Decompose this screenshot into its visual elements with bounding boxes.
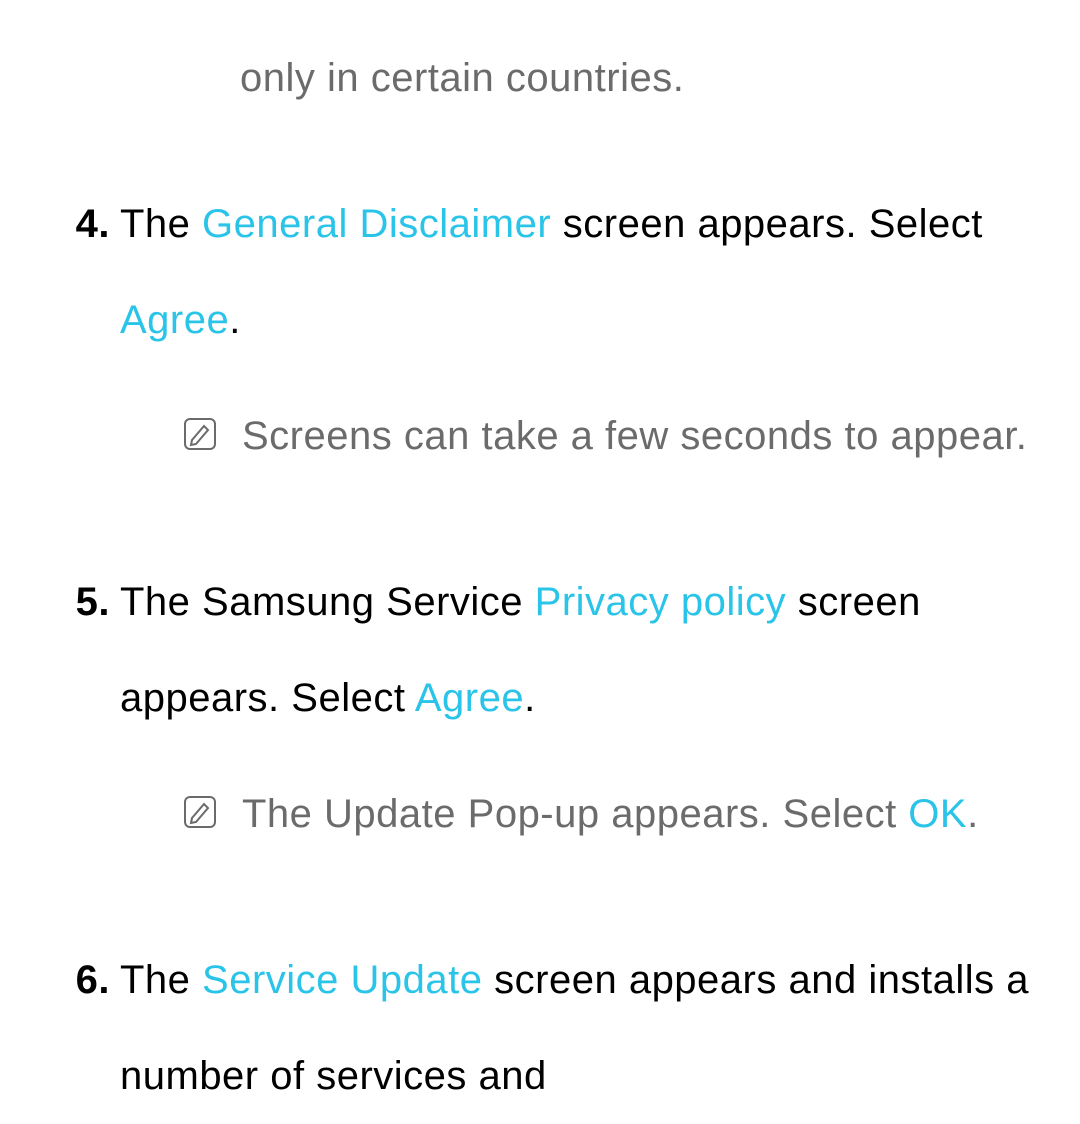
step-4-text-1: The [120,202,202,246]
step-4-highlight-2: Agree [120,298,229,342]
step-5-body: The Samsung Service Privacy policy scree… [120,554,1030,902]
step-4-body: The General Disclaimer screen appears. S… [120,176,1030,524]
step-5-highlight-1: Privacy policy [535,580,787,624]
document-content: only in certain countries. 4. The Genera… [50,30,1030,1124]
step-6-text-1: The [120,958,202,1002]
step-5-note-pre: The Update Pop-up appears. Select [242,792,908,836]
step-4-note: Screens can take a few seconds to appear… [180,388,1030,484]
step-5-highlight-2: Agree [415,676,524,720]
step-4: 4. The General Disclaimer screen appears… [50,176,1030,524]
step-4-text-3: . [229,298,241,342]
step-5-note: The Update Pop-up appears. Select OK. [180,766,1030,862]
step-5-note-post: . [967,792,979,836]
step-4-text-2: screen appears. Select [551,202,983,246]
step-6: 6. The Service Update screen appears and… [50,932,1030,1124]
step-5-number: 5. [50,554,120,902]
step-5: 5. The Samsung Service Privacy policy sc… [50,554,1030,902]
step-5-note-text: The Update Pop-up appears. Select OK. [242,766,1030,862]
step-6-number: 6. [50,932,120,1124]
step-6-body: The Service Update screen appears and in… [120,932,1030,1124]
step-6-highlight-1: Service Update [202,958,482,1002]
step-5-note-highlight: OK [908,792,967,836]
note-icon [180,416,220,456]
step-5-text-1: The Samsung Service [120,580,535,624]
note-icon [180,794,220,834]
step-4-note-text: Screens can take a few seconds to appear… [242,388,1030,484]
step-4-number: 4. [50,176,120,524]
step-4-highlight-1: General Disclaimer [202,202,551,246]
step-5-text-3: . [524,676,536,720]
fragment-text: only in certain countries. [240,30,1030,126]
